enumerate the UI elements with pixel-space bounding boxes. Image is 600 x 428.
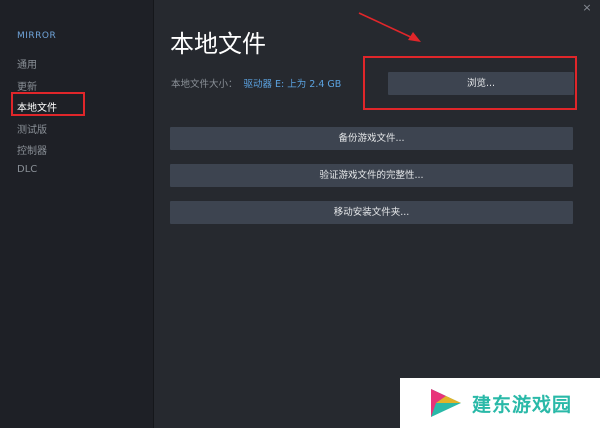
annotation-arrow-icon xyxy=(358,12,421,42)
move-install-folder-button[interactable]: 移动安装文件夹... xyxy=(170,201,573,224)
sidebar-item-general[interactable]: 通用 xyxy=(17,56,37,71)
steam-properties-window: MIRROR 通用 更新 本地文件 测试版 控制器 DLC × 本地文件 本地文… xyxy=(0,0,600,428)
close-icon[interactable]: × xyxy=(581,2,593,14)
page-title: 本地文件 xyxy=(170,30,266,58)
size-value-link[interactable]: 驱动器 E: 上为 2.4 GB xyxy=(244,79,342,90)
sidebar: MIRROR 通用 更新 本地文件 测试版 控制器 DLC xyxy=(0,0,154,428)
size-label: 本地文件大小： xyxy=(171,79,238,90)
watermark: 建东游戏园 xyxy=(400,378,600,428)
verify-integrity-button[interactable]: 验证游戏文件的完整性... xyxy=(170,164,573,187)
sidebar-item-dlc[interactable]: DLC xyxy=(17,164,37,175)
annotation-highlight-box xyxy=(11,92,85,116)
watermark-logo-icon xyxy=(431,389,461,417)
sidebar-item-updates[interactable]: 更新 xyxy=(17,78,37,93)
browse-button[interactable]: 浏览... xyxy=(388,72,574,95)
main-panel: × 本地文件 本地文件大小： 驱动器 E: 上为 2.4 GB 浏览... 备份游… xyxy=(154,0,600,428)
backup-game-files-button[interactable]: 备份游戏文件... xyxy=(170,127,573,150)
sidebar-item-betas[interactable]: 测试版 xyxy=(17,121,47,136)
local-files-size: 本地文件大小： 驱动器 E: 上为 2.4 GB xyxy=(171,76,341,90)
sidebar-item-controller[interactable]: 控制器 xyxy=(17,142,47,157)
game-title: MIRROR xyxy=(17,31,57,41)
watermark-text: 建东游戏园 xyxy=(472,394,573,416)
